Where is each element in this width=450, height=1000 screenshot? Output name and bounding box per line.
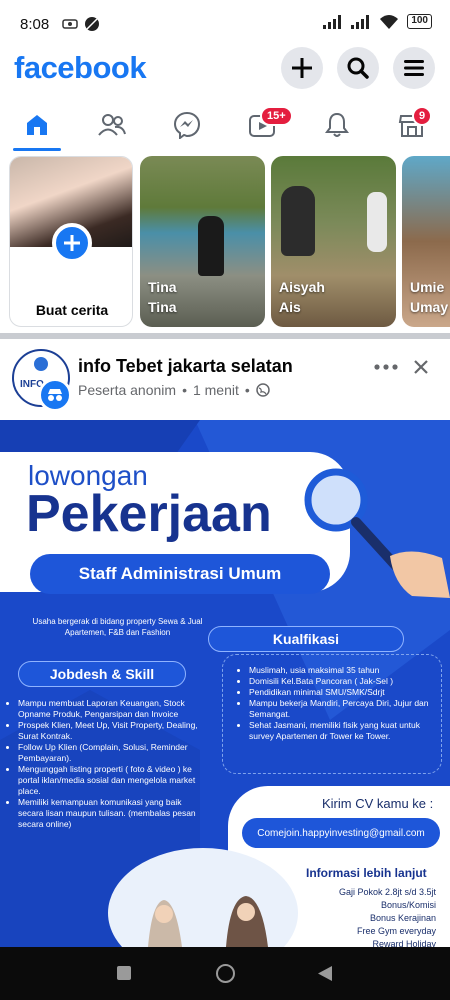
recents-icon[interactable] <box>117 966 131 980</box>
add-story-button[interactable] <box>52 223 92 263</box>
story-figure <box>281 186 315 256</box>
info-title: Informasi lebih lanjut <box>306 866 427 880</box>
story-card[interactable]: Tina Tina <box>140 156 265 327</box>
plus-icon <box>292 58 312 78</box>
home-icon <box>27 115 47 135</box>
benefits-list: Gaji Pokok 2.8jt s/d 3.5jt Bonus/Komisi … <box>338 887 436 947</box>
friends-icon <box>98 114 126 136</box>
tab-home[interactable] <box>13 103 61 147</box>
signal-icon <box>351 14 370 29</box>
notification-icon <box>62 19 78 29</box>
meta-separator: • <box>182 382 187 398</box>
story-author: Umie Umay <box>410 279 449 315</box>
menu-button[interactable] <box>393 47 435 89</box>
back-icon[interactable] <box>317 965 333 982</box>
tab-messenger[interactable] <box>163 103 211 147</box>
tab-notifications[interactable] <box>313 103 361 147</box>
video-badge: 15+ <box>260 106 293 126</box>
more-options-icon[interactable] <box>374 362 398 372</box>
story-figure <box>367 192 387 252</box>
search-button[interactable] <box>337 47 379 89</box>
anonymous-icon <box>48 389 62 401</box>
meta-separator: • <box>244 382 250 398</box>
group-name[interactable]: info Tebet jakarta selatan <box>78 356 293 377</box>
jobdesk-pill: Jobdesh & Skill <box>18 661 186 687</box>
search-icon <box>347 57 369 79</box>
story-card[interactable]: Umie Umay <box>402 156 450 327</box>
post-time[interactable]: 1 menit <box>193 382 239 398</box>
globe-icon <box>256 383 270 397</box>
tab-friends[interactable] <box>88 103 136 147</box>
jobdesk-list: Mampu membuat Laporan Keuangan, Stock Op… <box>2 698 198 830</box>
messenger-icon <box>173 111 201 139</box>
create-story-label: Buat cerita <box>35 302 109 318</box>
illustration-people <box>148 896 268 947</box>
kualifikasi-pill: Kualfikasi <box>208 626 404 652</box>
story-author: Aisyah Ais <box>279 279 325 315</box>
home-button-icon[interactable] <box>216 964 235 983</box>
status-right: 100 <box>323 14 432 29</box>
kualifikasi-list: Muslimah, usia maksimal 35 tahun Domisil… <box>223 655 441 742</box>
tab-home-indicator <box>13 148 61 151</box>
wifi-icon <box>380 15 399 29</box>
plus-icon <box>64 235 80 251</box>
sync-icon <box>85 17 99 31</box>
system-nav-bar <box>0 947 450 1000</box>
ad-headline-big: Pekerjaan <box>26 485 272 543</box>
marketplace-badge: 9 <box>412 106 433 126</box>
anonymous-badge <box>38 378 72 412</box>
status-time: 8:08 <box>20 16 50 33</box>
menu-icon <box>404 60 424 76</box>
signal-icon <box>323 14 342 29</box>
company-description: Usaha bergerak di bidang property Sewa &… <box>32 617 203 637</box>
tab-video[interactable]: 15+ <box>238 103 293 147</box>
kualifikasi-box: Muslimah, usia maksimal 35 tahun Domisil… <box>222 654 442 774</box>
post-author[interactable]: Peserta anonim <box>78 382 176 398</box>
post-meta: Peserta anonim • 1 menit • <box>78 382 270 398</box>
stories-tray: Buat cerita Tina Tina Aisyah Ais Umie Umay <box>0 156 450 332</box>
create-story-card[interactable]: Buat cerita <box>9 156 133 327</box>
cv-label: Kirim CV kamu ke : <box>322 796 434 811</box>
position-pill: Staff Administrasi Umum <box>30 554 330 594</box>
status-bar: 8:08 100 <box>0 0 450 50</box>
post-image[interactable]: lowongan Pekerjaan Staff Administrasi Um… <box>0 420 450 947</box>
story-card[interactable]: Aisyah Ais <box>271 156 396 327</box>
feed-divider <box>0 333 450 339</box>
battery-indicator: 100 <box>407 14 432 29</box>
story-figure <box>198 216 224 276</box>
story-author: Tina Tina <box>148 279 177 315</box>
facebook-logo[interactable]: facebook <box>14 50 147 86</box>
close-icon[interactable] <box>413 359 429 375</box>
create-button[interactable] <box>281 47 323 89</box>
email-pill: Comejoin.happyinvesting@gmail.com <box>242 818 440 848</box>
tab-marketplace[interactable]: 9 <box>388 103 436 147</box>
bell-icon <box>325 112 349 137</box>
